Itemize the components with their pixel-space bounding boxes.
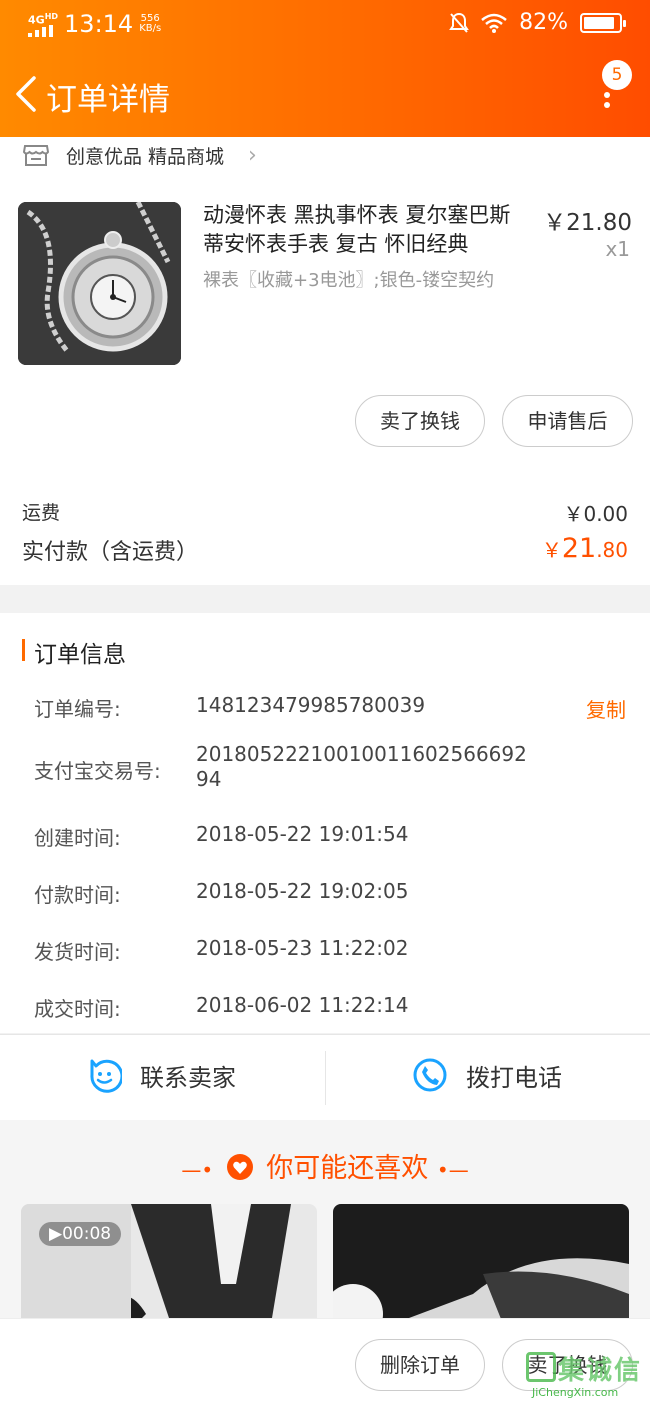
back-arrow-icon[interactable] [12,74,42,114]
right-arrow-decoration: •— [436,1158,469,1182]
product-price: ￥21.80 [543,210,632,236]
contact-divider [325,1051,326,1105]
copy-order-number-button[interactable]: 复制 [586,694,626,723]
paid-currency: ￥ [541,538,562,562]
recommend-title: 你可能还喜欢 [266,1153,429,1184]
product-name[interactable]: 动漫怀表 黑执事怀表 夏尔塞巴斯蒂安怀表手表 复古 怀旧经典 [203,201,528,259]
chevron-right-icon: › [248,142,257,168]
message-count-badge[interactable]: 5 [602,60,632,90]
call-phone-button[interactable]: 拨打电话 [412,1057,562,1093]
wifi-icon [481,13,507,33]
battery-icon [580,12,626,33]
product-thumbnail[interactable] [18,202,181,365]
left-arrow-decoration: —• [181,1158,214,1182]
recommend-section: —• 你可能还喜欢 •— ▶00:08 [0,1120,650,1324]
order-info-section: 订单信息 订单编号: 148123479985780039 复制 支付宝交易号:… [0,613,650,1033]
shop-link[interactable]: 创意优品 精品商城 › [22,139,257,171]
nav-bar: 订单详情 5 [0,60,650,130]
contact-seller-button[interactable]: 联系卖家 [86,1057,236,1093]
watermark: 集诚信 JiChengXin.com [522,1342,642,1402]
order-info-title: 订单信息 [22,635,126,669]
paid-amount: ￥21.80 [542,533,628,564]
delete-order-button[interactable]: 删除订单 [355,1339,485,1391]
clock: 13:14 [64,10,134,38]
shipping-value: ￥0.00 [563,502,628,526]
order-number-value: 148123479985780039 [196,693,426,717]
recommend-item-2-image [333,1204,629,1324]
paid-integer: 21 [561,533,597,564]
paid-decimal: .80 [596,538,628,562]
shipped-time-value: 2018-05-23 11:22:02 [196,936,409,960]
paid-time-label: 付款时间: [34,883,121,907]
order-number-label: 订单编号: [34,697,121,721]
paid-label: 实付款（含运费） [22,540,199,565]
sell-item-button[interactable]: 卖了换钱 [355,395,485,447]
page-title: 订单详情 [46,82,170,118]
paid-time-value: 2018-05-22 19:02:05 [196,879,409,903]
deal-time-label: 成交时间: [34,997,121,1021]
status-bar: 4GHD 13:14 556 KB/s 82% [28,10,626,44]
network-hd: HD [44,11,59,21]
app-header: 4GHD 13:14 556 KB/s 82% 订单详情 5 [0,0,650,137]
recommend-item-2[interactable] [333,1204,629,1324]
bottom-action-bar: 删除订单 卖了换钱 集诚信 JiChengXin.com [0,1318,650,1408]
net-speed-unit: KB/s [139,23,162,34]
watermark-url: JiChengXin.com [532,1386,619,1399]
net-speed: 556 KB/s [139,14,161,34]
alipay-trade-label: 支付宝交易号: [34,759,161,783]
silent-bell-icon [449,12,469,33]
chat-face-icon [90,1059,122,1093]
video-duration: 00:08 [62,1224,112,1244]
more-menu-icon[interactable] [604,92,610,118]
product-quantity: x1 [605,237,630,261]
heart-icon [226,1154,253,1180]
shipping-label: 运费 [22,502,61,524]
battery-percent: 82% [519,10,568,35]
contact-seller-label: 联系卖家 [140,1063,236,1092]
shipped-time-label: 发货时间: [34,940,121,964]
signal-icon [28,25,53,38]
recommend-item-1[interactable]: ▶00:08 [21,1204,317,1324]
pocket-watch-image [18,202,181,365]
call-phone-label: 拨打电话 [466,1063,562,1092]
created-time-value: 2018-05-22 19:01:54 [196,822,409,846]
watermark-logo [526,1352,556,1382]
created-time-label: 创建时间: [34,826,121,850]
product-sku: 裸表〖收藏+3电池〗;银色-镂空契约 [203,270,495,291]
order-item-card: 创意优品 精品商城 › 动漫怀表 黑执事怀表 夏尔塞巴斯蒂安怀表手表 复古 怀旧… [0,137,650,585]
watermark-text: 集诚信 [558,1356,643,1386]
shop-icon [22,145,50,166]
alipay-trade-value: 20180522210010011602566692 94 [196,742,527,791]
signal-indicator: 4GHD [28,11,58,38]
contact-bar: 联系卖家 拨打电话 [0,1034,650,1120]
after-sale-button[interactable]: 申请售后 [502,395,633,447]
recommend-title-row: —• 你可能还喜欢 •— [0,1146,650,1185]
phone-icon [413,1058,447,1092]
shop-name: 创意优品 精品商城 [66,145,225,168]
video-duration-badge: ▶00:08 [39,1222,122,1246]
play-icon: ▶ [49,1224,63,1244]
deal-time-value: 2018-06-02 11:22:14 [196,993,409,1017]
